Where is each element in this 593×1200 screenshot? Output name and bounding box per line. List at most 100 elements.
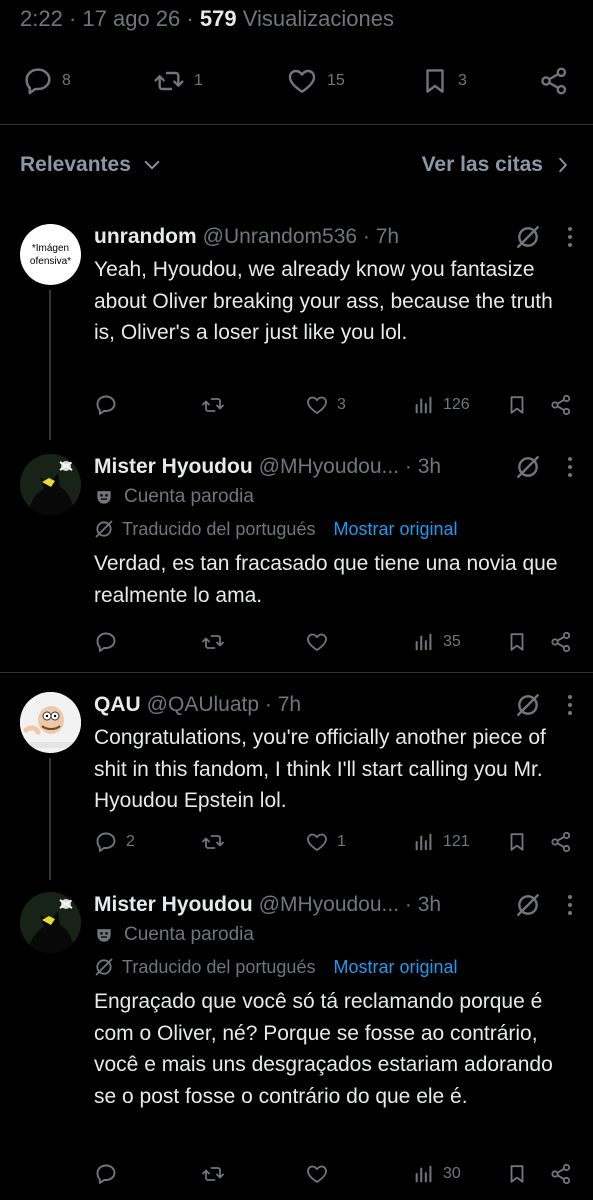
reply-button[interactable]: 2	[94, 827, 135, 857]
like-count: 1	[337, 833, 346, 850]
display-name[interactable]: Mister Hyoudou	[94, 893, 253, 917]
more-options-icon[interactable]	[567, 694, 573, 716]
like-button[interactable]: 15	[285, 58, 345, 104]
view-quotes-link[interactable]: Ver las citas	[422, 153, 573, 177]
reply-body: QAU @QAUluatp · 7h Congratulations, you'…	[94, 690, 573, 817]
reply-text: Congratulations, you're officially anoth…	[94, 726, 546, 812]
display-name[interactable]: QAU	[94, 693, 141, 717]
handle[interactable]: @Unrandom536 · 7h	[203, 225, 399, 249]
post-stats-line: 2:22 · 17 ago 26 · 579 Visualizaciones	[20, 6, 394, 31]
bookmark-button[interactable]	[506, 827, 528, 857]
handle[interactable]: @QAUluatp · 7h	[147, 693, 301, 717]
more-options-icon[interactable]	[567, 226, 573, 248]
repost-button[interactable]	[201, 627, 233, 657]
views-count: 35	[443, 633, 461, 650]
more-options-icon[interactable]	[567, 894, 573, 916]
repost-count: 1	[194, 72, 203, 89]
grok-icon	[94, 957, 114, 977]
share-button[interactable]	[538, 58, 570, 104]
reply-icon	[22, 65, 54, 97]
mask-icon	[94, 925, 114, 945]
reply-count: 2	[126, 833, 135, 850]
repost-icon	[201, 1162, 225, 1186]
avatar[interactable]: *Imágen ofensiva*	[20, 224, 81, 285]
share-icon	[549, 630, 573, 654]
bookmark-icon	[506, 393, 528, 417]
grok-icon[interactable]	[515, 892, 541, 918]
share-button[interactable]	[549, 1159, 573, 1189]
like-button[interactable]	[305, 627, 337, 657]
analytics-icon	[413, 631, 435, 653]
like-count: 15	[327, 72, 345, 89]
bookmark-button[interactable]: 3	[420, 58, 467, 104]
share-button[interactable]	[549, 827, 573, 857]
display-name[interactable]: unrandom	[94, 225, 197, 249]
repost-button[interactable]	[201, 827, 233, 857]
bookmark-icon	[506, 1162, 528, 1186]
thread-line	[49, 758, 51, 880]
views-label[interactable]: Visualizaciones	[243, 6, 394, 31]
bookmark-icon	[506, 830, 528, 854]
thread-line	[49, 290, 51, 440]
divider	[0, 672, 593, 673]
handle[interactable]: @MHyoudou... · 3h	[259, 893, 441, 917]
share-button[interactable]	[549, 627, 573, 657]
reply-button[interactable]	[94, 1159, 126, 1189]
avatar[interactable]	[20, 892, 81, 953]
reply-action-bar: 2 1 121	[94, 827, 573, 857]
share-button[interactable]	[549, 390, 573, 420]
views-button[interactable]: 121	[413, 827, 470, 857]
bookmark-icon	[420, 65, 450, 97]
reply-button[interactable]	[94, 627, 126, 657]
show-original-link[interactable]: Mostrar original	[333, 519, 457, 540]
like-count: 3	[337, 396, 346, 413]
post-action-bar: 8 1 15 3	[0, 58, 593, 104]
repost-button[interactable]	[201, 1159, 233, 1189]
sort-dropdown[interactable]: Relevantes	[20, 153, 163, 177]
reply-button[interactable]: 8	[22, 58, 71, 104]
like-button[interactable]	[305, 1159, 337, 1189]
views-button[interactable]: 35	[413, 627, 461, 657]
heart-icon	[285, 65, 319, 97]
like-button[interactable]: 1	[305, 827, 346, 857]
analytics-icon	[413, 831, 435, 853]
reply-text: Verdad, es tan fracasado que tiene una n…	[94, 552, 558, 607]
grok-icon[interactable]	[515, 692, 541, 718]
show-original-link[interactable]: Mostrar original	[333, 957, 457, 978]
divider	[0, 124, 593, 125]
chevron-right-icon	[553, 154, 573, 176]
reply-icon	[94, 393, 118, 417]
bookmark-button[interactable]	[506, 390, 528, 420]
like-button[interactable]: 3	[305, 390, 346, 420]
sort-label: Relevantes	[20, 153, 131, 176]
bookmark-button[interactable]	[506, 1159, 528, 1189]
reply-sort-bar: Relevantes Ver las citas	[20, 148, 573, 182]
avatar[interactable]	[20, 692, 81, 753]
share-icon	[549, 830, 573, 854]
parody-label: Cuenta parodia	[94, 482, 573, 512]
avatar[interactable]	[20, 454, 81, 515]
heart-icon	[305, 1162, 329, 1186]
reply-icon	[94, 1162, 118, 1186]
reply-icon	[94, 830, 118, 854]
grok-icon[interactable]	[515, 224, 541, 250]
more-options-icon[interactable]	[567, 456, 573, 478]
repost-button[interactable]: 1	[152, 58, 203, 104]
views-button[interactable]: 126	[413, 390, 470, 420]
share-icon	[538, 65, 570, 97]
repost-icon	[201, 830, 225, 854]
views-count[interactable]: 579	[200, 6, 237, 31]
views-button[interactable]: 30	[413, 1159, 461, 1189]
reply-action-bar: 3 126	[94, 390, 573, 420]
post-date: 17 ago 26	[82, 6, 181, 31]
display-name[interactable]: Mister Hyoudou	[94, 455, 253, 479]
views-count: 121	[443, 833, 470, 850]
repost-button[interactable]	[201, 390, 233, 420]
grok-icon[interactable]	[515, 454, 541, 480]
handle[interactable]: @MHyoudou... · 3h	[259, 455, 441, 479]
heart-icon	[305, 630, 329, 654]
bookmark-button[interactable]	[506, 627, 528, 657]
reply-button[interactable]	[94, 390, 126, 420]
post-time: 2:22	[20, 6, 63, 31]
bookmark-icon	[506, 630, 528, 654]
